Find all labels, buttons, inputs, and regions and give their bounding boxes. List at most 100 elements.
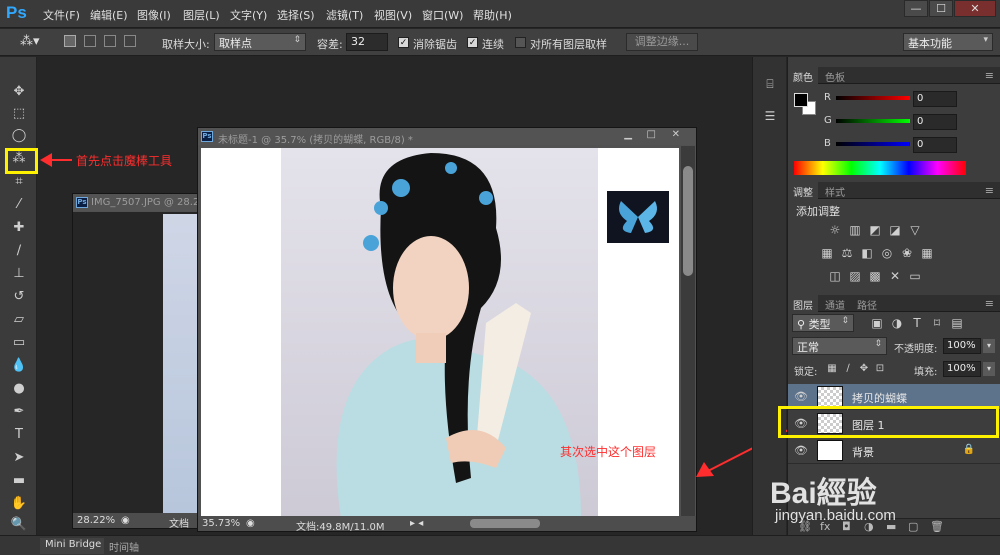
fill-dropdown-icon[interactable]: ▾ [983, 362, 995, 376]
lasso-tool-icon[interactable]: ◯ [9, 127, 29, 145]
history-brush-tool-icon[interactable]: ↺ [9, 288, 29, 306]
menu-file[interactable]: 文件(F) [43, 7, 80, 23]
history-panel-icon[interactable]: ⌸ [761, 77, 779, 95]
hand-tool-icon[interactable]: ✋ [9, 495, 29, 513]
channel-g-value[interactable]: 0 [913, 114, 957, 130]
magic-wand-preset-icon[interactable]: ⁂▾ [20, 34, 40, 49]
type-tool-icon[interactable]: T [9, 426, 29, 444]
hue-saturation-icon[interactable]: ▦ [820, 246, 834, 260]
tab-styles[interactable]: 样式 [820, 182, 850, 199]
panel-menu-icon[interactable]: ≡ [985, 184, 994, 197]
tab-layers[interactable]: 图层 [788, 295, 818, 312]
close-button[interactable]: ✕ [954, 0, 996, 17]
threshold-icon[interactable]: ▩ [868, 269, 882, 283]
minimize-button[interactable]: — [904, 0, 928, 17]
selective-color-icon[interactable]: ✕ [888, 269, 902, 283]
maximize-button[interactable]: ☐ [929, 0, 953, 17]
filter-pixel-icon[interactable]: ▣ [870, 316, 884, 330]
menu-view[interactable]: 视图(V) [374, 7, 412, 23]
crop-tool-icon[interactable]: ⌗ [9, 173, 29, 191]
photo-filter-icon[interactable]: ◎ [880, 246, 894, 260]
move-tool-icon[interactable]: ✥ [9, 83, 29, 101]
scroll-thumb[interactable] [683, 166, 693, 276]
trash-icon[interactable]: 🗑 [930, 520, 944, 533]
close-icon[interactable]: ✕ [672, 129, 680, 140]
document-window-untitled[interactable]: Ps 未标题-1 @ 35.7% (拷贝的蝴蝶, RGB/8) * ▁ □ ✕ [197, 127, 697, 533]
filter-smart-icon[interactable]: ▤ [950, 316, 964, 330]
tab-swatches[interactable]: 色板 [820, 67, 850, 84]
marquee-tool-icon[interactable]: ⬚ [9, 105, 29, 123]
menu-help[interactable]: 帮助(H) [473, 7, 512, 23]
fill-value[interactable]: 100% [943, 361, 981, 377]
layer-filter-select[interactable]: ⚲ 类型 ⇕ [792, 314, 854, 332]
tab-timeline[interactable]: 时间轴 [104, 538, 144, 554]
eye-icon[interactable]: 👁 [794, 444, 808, 457]
workspace-select[interactable]: 基本功能 ▾ [903, 33, 993, 51]
antialias-checkbox[interactable]: ✓ [398, 37, 409, 48]
lock-position-icon[interactable]: ✥ [857, 362, 871, 376]
levels-icon[interactable]: ▥ [848, 223, 862, 237]
status-menu-icon[interactable]: ◉ [121, 515, 130, 526]
maximize-icon[interactable]: □ [647, 129, 656, 140]
menu-image[interactable]: 图像(I) [137, 7, 171, 23]
channel-mixer-icon[interactable]: ❀ [900, 246, 914, 260]
document-tab-untitled[interactable]: Ps 未标题-1 @ 35.7% (拷贝的蝴蝶, RGB/8) * ▁ □ ✕ [198, 128, 696, 145]
channel-r-value[interactable]: 0 [913, 91, 957, 107]
filter-adjust-icon[interactable]: ◑ [890, 316, 904, 330]
status-arrow-icon[interactable]: ▸ ◂ [410, 518, 423, 529]
add-selection-icon[interactable] [84, 35, 96, 47]
horizontal-scroll-thumb[interactable] [470, 519, 540, 528]
tab-mini-bridge[interactable]: Mini Bridge [40, 538, 107, 554]
filter-type-icon[interactable]: T [910, 316, 924, 330]
vibrance-icon[interactable]: ▽ [908, 223, 922, 237]
tab-paths[interactable]: 路径 [852, 295, 882, 312]
posterize-icon[interactable]: ▨ [848, 269, 862, 283]
brush-tool-icon[interactable]: ∕ [9, 242, 29, 260]
color-spectrum-bar[interactable] [794, 161, 966, 175]
channel-r-slider[interactable] [836, 96, 910, 100]
zoom-level[interactable]: 28.22% [77, 515, 115, 526]
tab-channels[interactable]: 通道 [820, 295, 850, 312]
color-lookup-icon[interactable]: ▦ [920, 246, 934, 260]
sample-size-select[interactable]: 取样点 ⇕ [214, 33, 306, 51]
curves-icon[interactable]: ◩ [868, 223, 882, 237]
menu-window[interactable]: 窗口(W) [422, 7, 463, 23]
menu-select[interactable]: 选择(S) [277, 7, 315, 23]
menu-type[interactable]: 文字(Y) [230, 7, 267, 23]
new-layer-icon[interactable]: ▢ [908, 520, 918, 533]
tolerance-input[interactable]: 32 [346, 33, 388, 51]
status-menu-icon[interactable]: ◉ [246, 518, 255, 529]
lock-all-icon[interactable]: ⊡ [873, 362, 887, 376]
menu-layer[interactable]: 图层(L) [183, 7, 220, 23]
blend-mode-select[interactable]: 正常 ⇕ [792, 337, 887, 355]
tab-color[interactable]: 颜色 [788, 67, 818, 84]
clone-stamp-tool-icon[interactable]: ⊥ [9, 265, 29, 283]
lock-transparent-icon[interactable]: ▦ [825, 362, 839, 376]
healing-brush-tool-icon[interactable]: ✚ [9, 219, 29, 237]
document-window-img7507[interactable]: Ps IMG_7507.JPG @ 28.2 28.22% ◉ 文档 [72, 193, 201, 530]
minimize-icon[interactable]: ▁ [624, 129, 632, 140]
panel-menu-icon[interactable]: ≡ [985, 297, 994, 310]
gradient-tool-icon[interactable]: ▭ [9, 334, 29, 352]
properties-panel-icon[interactable]: ☰ [761, 109, 779, 127]
pen-tool-icon[interactable]: ✒ [9, 403, 29, 421]
dodge-tool-icon[interactable]: ● [9, 380, 29, 398]
invert-icon[interactable]: ◫ [828, 269, 842, 283]
subtract-selection-icon[interactable] [104, 35, 116, 47]
menu-edit[interactable]: 编辑(E) [90, 7, 128, 23]
refine-edge-button[interactable]: 调整边缘... [626, 33, 698, 51]
eraser-tool-icon[interactable]: ▱ [9, 311, 29, 329]
tab-adjustments[interactable]: 调整 [788, 182, 818, 199]
blur-tool-icon[interactable]: 💧 [9, 357, 29, 375]
opacity-dropdown-icon[interactable]: ▾ [983, 339, 995, 353]
color-balance-icon[interactable]: ⚖ [840, 246, 854, 260]
eyedropper-tool-icon[interactable]: ⁄ [9, 196, 29, 214]
path-selection-tool-icon[interactable]: ➤ [9, 449, 29, 467]
opacity-value[interactable]: 100% [943, 338, 981, 354]
channel-g-slider[interactable] [836, 119, 910, 123]
new-selection-icon[interactable] [64, 35, 76, 47]
lock-pixels-icon[interactable]: ∕ [841, 362, 855, 376]
intersect-selection-icon[interactable] [124, 35, 136, 47]
all-layers-checkbox[interactable] [515, 37, 526, 48]
zoom-tool-icon[interactable]: 🔍 [9, 516, 29, 534]
